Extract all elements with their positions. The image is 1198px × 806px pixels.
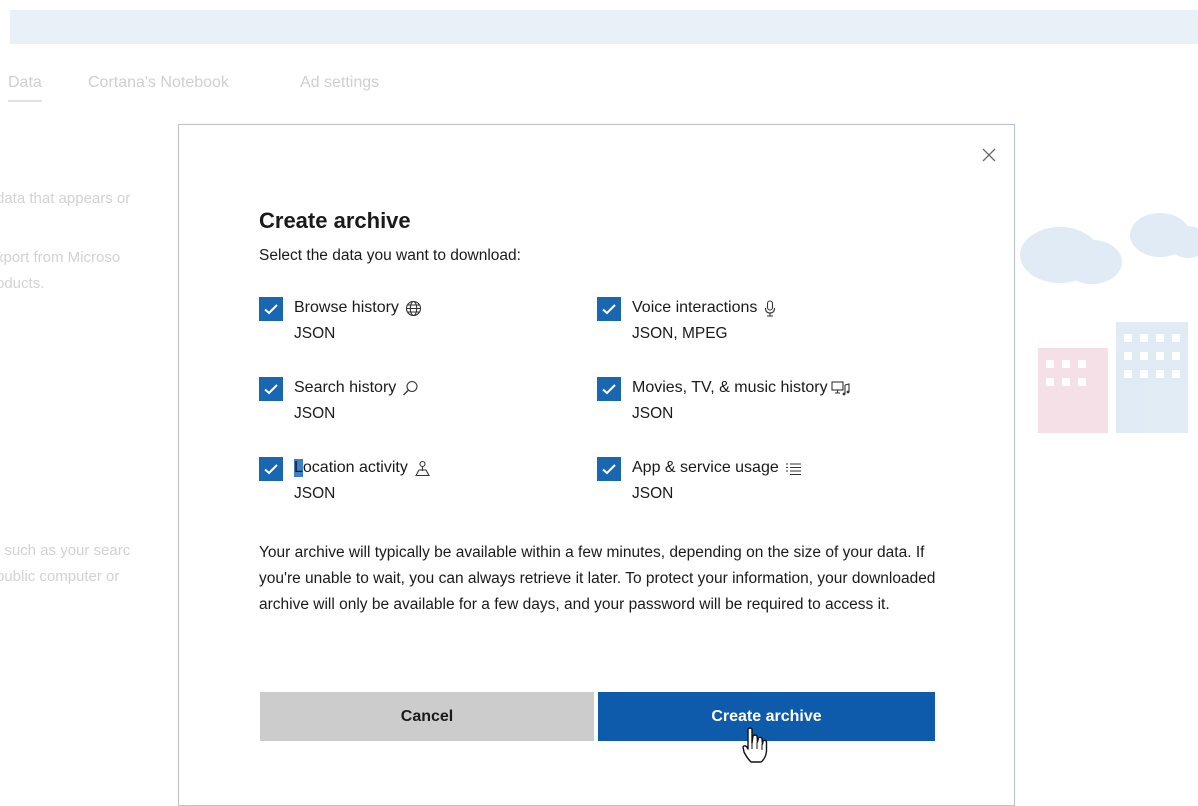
location-icon [414,460,431,477]
option-label-text: ocation activity [302,459,408,476]
tab-data[interactable]: Data [8,74,42,102]
background-text-line: xport from Microso [0,249,121,266]
background-text-line: public computer or [0,568,120,585]
selected-text-highlight: L [294,459,303,477]
voice-interactions-format: JSON, MPEG [632,325,728,342]
browse-history-format: JSON [294,325,336,342]
dialog-title: Create archive [259,208,411,233]
search-history-checkbox[interactable] [259,377,283,401]
voice-interactions-label: Voice interactions [632,299,777,317]
cancel-button[interactable]: Cancel [260,692,594,741]
location-activity-format: JSON [294,485,336,502]
option-search-history: Search history JSON [259,377,579,429]
option-voice-interactions: Voice interactions JSON, MPEG [597,297,917,349]
dialog-subtitle: Select the data you want to download: [259,247,521,264]
checkmark-icon [264,304,278,315]
option-label-text: App & service usage [632,459,779,476]
create-archive-dialog: Create archive Select the data you want … [178,124,1015,806]
background-top-bar [10,10,1198,44]
close-icon [982,148,996,162]
option-location-activity: Location activity JSON [259,457,579,509]
microphone-icon [763,299,777,317]
movies-tv-music-history-label: Movies, TV, & music history [632,379,851,397]
hand-cursor-icon [742,727,768,763]
option-label-text: Search history [294,379,397,396]
app-service-usage-checkbox[interactable] [597,457,621,481]
app-service-usage-format: JSON [632,485,674,502]
checkmark-icon [602,304,616,315]
archive-info-text: Your archive will typically be available… [259,544,936,613]
browse-history-checkbox[interactable] [259,297,283,321]
background-text-line: , such as your searc [0,542,131,559]
location-activity-label: Location activity [294,459,431,477]
option-label-text: Browse history [294,299,399,316]
movies-tv-music-history-format: JSON [632,405,674,422]
option-label-text: Voice interactions [632,299,758,316]
checkmark-icon [264,464,278,475]
option-app-service-usage: App & service usage JSON [597,457,917,509]
option-movies-tv-music-history: Movies, TV, & music history JSON [597,377,957,429]
checkmark-icon [602,384,616,395]
search-history-format: JSON [294,405,336,422]
background-illustration [1020,213,1198,433]
tab-ad-settings[interactable]: Ad settings [300,74,379,92]
tab-cortanas-notebook[interactable]: Cortana's Notebook [88,74,229,92]
checkmark-icon [602,464,616,475]
checkmark-icon [264,384,278,395]
background-text-line: oducts. [0,275,45,292]
list-icon [785,460,802,477]
movies-tv-music-history-checkbox[interactable] [597,377,621,401]
option-browse-history: Browse history JSON [259,297,579,349]
background-text-line: data that appears or [0,190,131,207]
browse-history-label: Browse history [294,299,422,317]
search-icon [402,380,419,397]
voice-interactions-checkbox[interactable] [597,297,621,321]
app-service-usage-label: App & service usage [632,459,802,477]
close-button[interactable] [979,145,999,165]
search-history-label: Search history [294,379,419,397]
option-label-text: Movies, TV, & music history [632,379,828,396]
media-icon [831,380,851,397]
globe-icon [405,300,422,317]
location-activity-checkbox[interactable] [259,457,283,481]
